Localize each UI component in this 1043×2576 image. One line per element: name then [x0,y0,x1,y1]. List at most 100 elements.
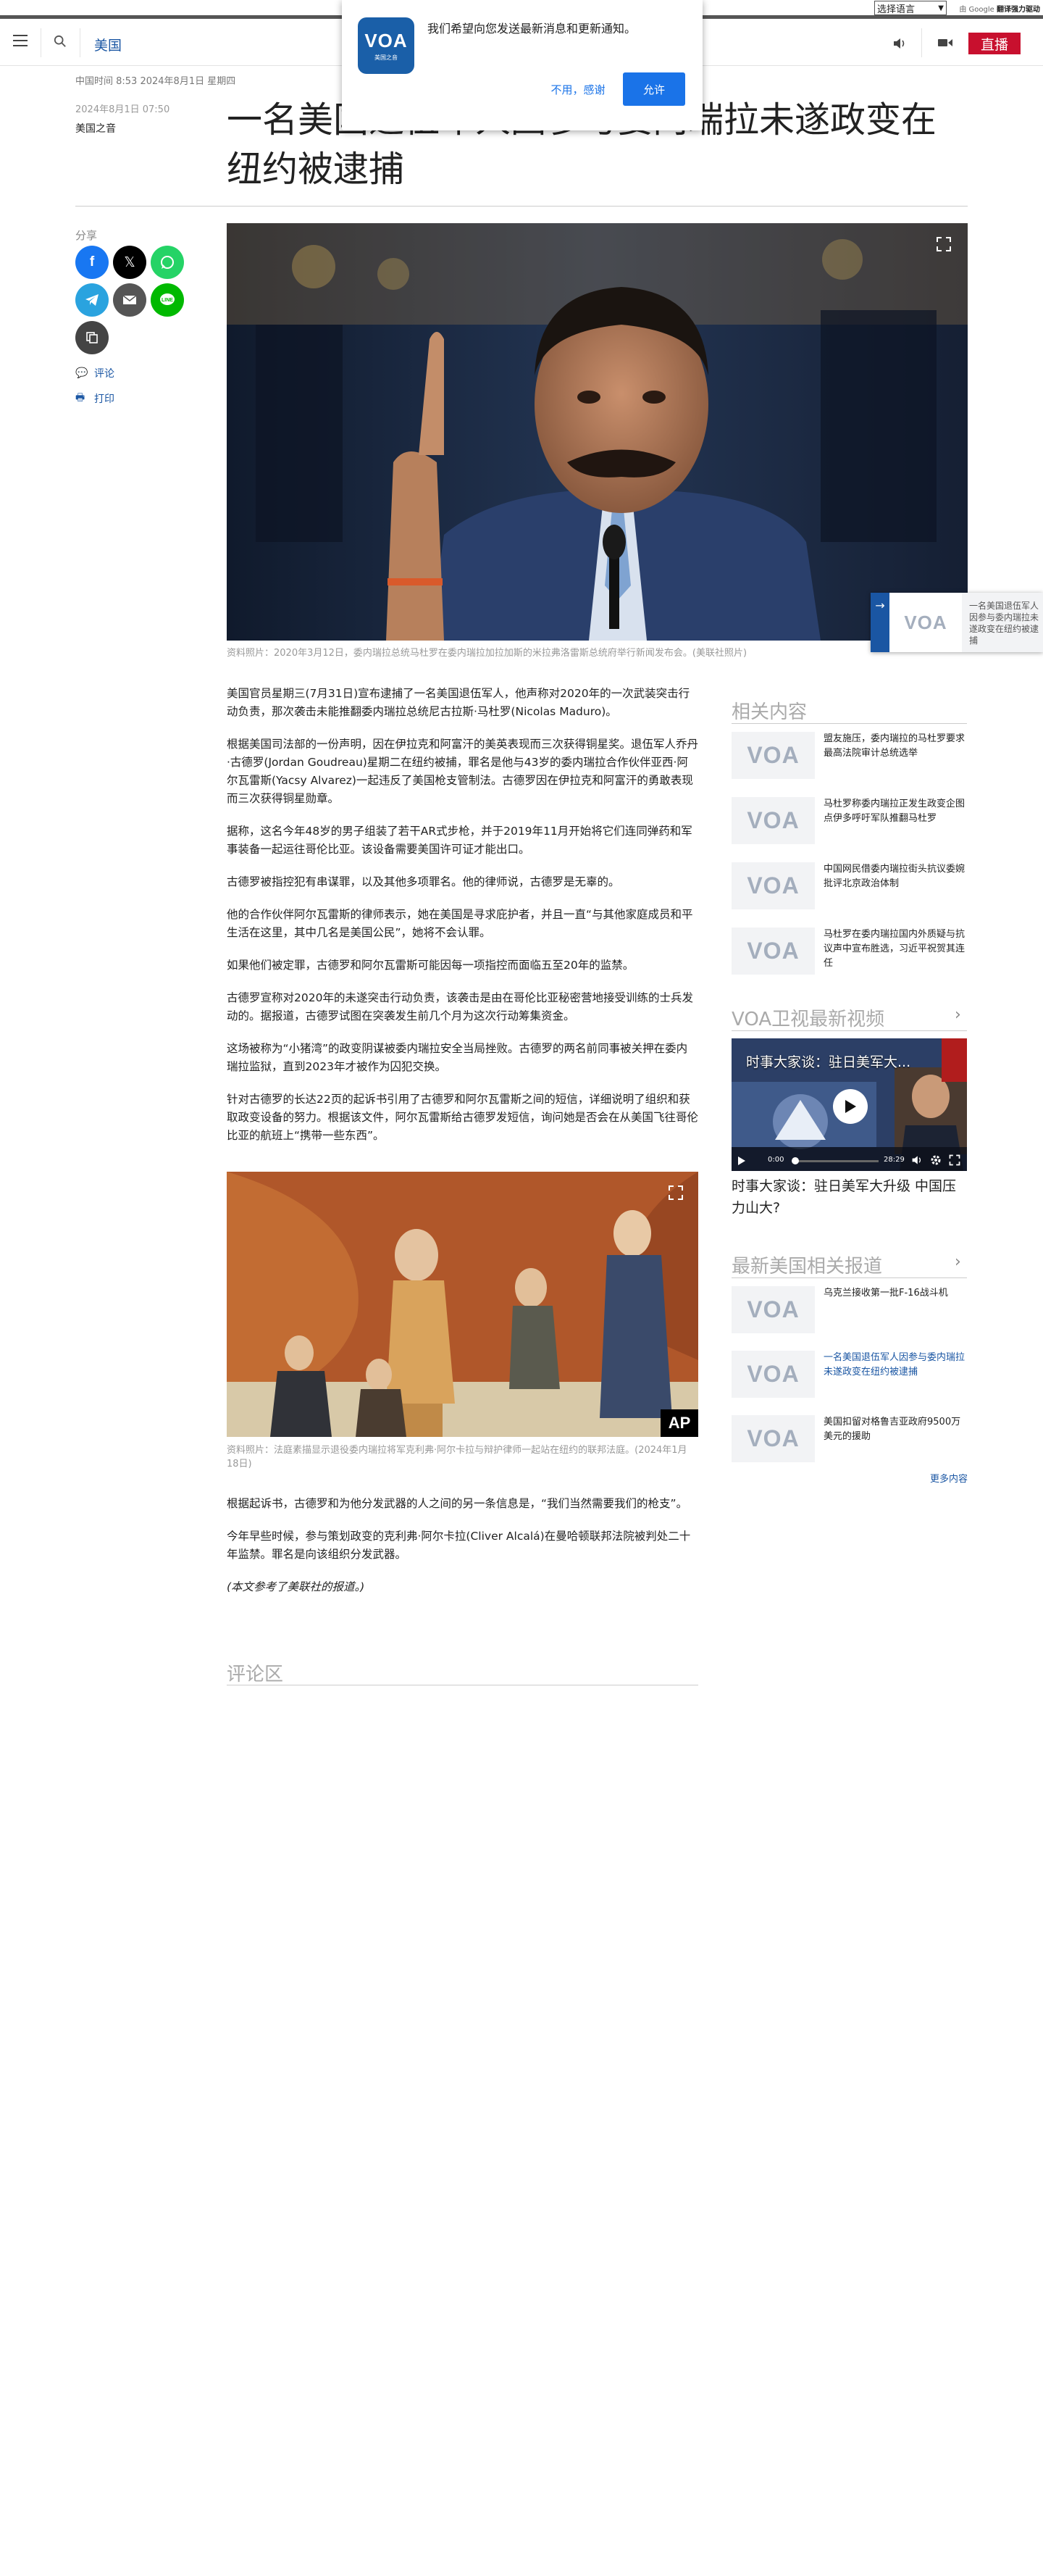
play-icon [845,1100,856,1113]
chevron-right-icon[interactable]: › [955,1006,961,1024]
language-select[interactable]: 选择语言 ▼ [874,1,947,15]
voa-logo-icon: VOA [732,1415,815,1462]
hero-caption: 资料照片：2020年3月12日，委内瑞拉总统马杜罗在委内瑞拉加拉加斯的米拉弗洛雷… [227,648,747,659]
telegram-share-button[interactable] [75,283,109,317]
telegram-icon [85,294,99,306]
comment-icon: 💬 [75,367,88,379]
related-item-title: 马杜罗在委内瑞拉国内外质疑与抗议声中宣布胜选，习近平祝贺其连任 [824,929,965,969]
facebook-share-button[interactable]: f [75,246,109,279]
article-paragraph: 今年早些时候，参与策划政变的克利弗·阿尔卡拉(Cliver Alcalá)在曼哈… [227,1530,691,1561]
arrow-right-icon[interactable]: → [871,593,889,652]
live-button[interactable]: 直播 [968,33,1021,54]
related-item[interactable]: VOA 中国网民借委内瑞拉街头抗议委婉批评北京政治体制 [732,862,967,917]
article-paragraph: 如果他们被定罪，古德罗和阿尔瓦雷斯可能因每一项指控而面临五至20年的监禁。 [227,959,634,972]
latest-heading[interactable]: 最新美国相关报道 [732,1251,882,1278]
related-item-title: 马杜罗称委内瑞拉正发生政变企图 点伊多呼吁军队推翻马杜罗 [824,799,965,824]
latest-divider [732,1277,967,1278]
progress-handle[interactable] [792,1157,799,1164]
play-button[interactable] [833,1089,868,1124]
whatsapp-icon [161,256,174,269]
article-paragraph: 据称，这名今年48岁的男子组装了若干AR式步枪，并于2019年11月开始将它们连… [227,825,692,856]
voa-logo-icon: VOA [732,1286,815,1333]
audio-icon[interactable] [892,36,907,51]
related-item-title: 盟友施压，委内瑞拉的马杜罗要求最高法院审计总统选举 [824,733,965,759]
print-link[interactable]: 🖶 打印 [75,390,114,407]
article-paragraph: 古德罗被指控犯有串谋罪，以及其他多项罪名。他的律师说，古德罗是无辜的。 [227,875,620,888]
video-heading[interactable]: VOA卫视最新视频 [732,1004,884,1031]
share-label: 分享 [75,229,98,242]
notif-logo-subtext: 美国之音 [374,54,398,61]
video-player[interactable]: 时事大家谈：驻日美军大... 0:00 28:29 [732,1038,967,1171]
email-share-button[interactable] [113,283,146,317]
related-item-title: 中国网民借委内瑞拉街头抗议委婉批评北京政治体制 [824,864,965,889]
video-camera-icon[interactable] [937,36,953,49]
maduro-photo [227,223,968,641]
comments-heading: 评论区 [227,1664,284,1685]
article-paragraph: 根据美国司法部的一份声明，因在伊拉克和阿富汗的美英表现而三次获得铜星奖。退伍军人… [227,738,699,805]
translate-credit[interactable]: 由 Google 翻译强力驱动 [959,3,1040,14]
latest-item-title: 美国扣留对格鲁吉亚政府9500万美元的援助 [824,1417,961,1442]
article-source[interactable]: 美国之音 [75,121,116,136]
article-body: 美国官员星期三(7月31日)宣布逮捕了一名美国退伍军人，他声称对2020年的一次… [227,685,698,1159]
hero-image [227,223,968,641]
svg-text:LINE: LINE [162,298,173,303]
deny-button[interactable]: 不用，感谢 [537,72,619,106]
hamburger-menu-icon[interactable] [13,35,28,46]
voa-app-logo-icon: VOA 美国之音 [358,17,414,74]
more-content-link[interactable]: 更多内容 [930,1471,968,1485]
video-time-total: 28:29 [884,1156,905,1164]
voa-logo-icon: VOA [889,593,962,652]
video-title[interactable]: 时事大家谈：驻日美军大升级 中国压力山大? [732,1175,967,1219]
article-paragraph: 美国官员星期三(7月31日)宣布逮捕了一名美国退伍军人，他声称对2020年的一次… [227,687,690,718]
whatsapp-share-button[interactable] [151,246,184,279]
related-item[interactable]: VOA 马杜罗称委内瑞拉正发生政变企图 点伊多呼吁军队推翻马杜罗 [732,797,967,852]
voa-logo-icon: VOA [732,797,815,844]
related-heading: 相关内容 [732,701,808,723]
comment-link-label: 评论 [94,368,114,380]
article-paragraph: 古德罗宣称对2020年的未遂突击行动负责，该袭击是由在哥伦比亚秘密营地接受训练的… [227,991,693,1022]
chevron-right-icon[interactable]: › [955,1253,961,1271]
voa-logo-icon: VOA [732,1351,815,1398]
notif-logo-text: VOA [364,30,408,51]
related-item[interactable]: VOA 马杜罗在委内瑞拉国内外质疑与抗议声中宣布胜选，习近平祝贺其连任 [732,928,967,983]
comment-link[interactable]: 💬 评论 [75,366,114,380]
expand-icon[interactable] [668,1185,684,1201]
chevron-down-icon: ▼ [938,4,944,12]
floating-related-article[interactable]: → VOA 一名美国退伍军人因参与委内瑞拉未遂政变在纽约被逮捕 [871,593,1043,652]
settings-gear-icon[interactable] [930,1154,942,1166]
court-sketch [227,1172,698,1437]
x-icon: 𝕏 [124,254,135,270]
title-divider [75,206,968,207]
line-share-button[interactable]: LINE [151,283,184,317]
allow-button[interactable]: 允许 [623,72,685,106]
expand-icon[interactable] [936,236,952,252]
court-caption: 资料照片：法庭素描显示退役委内瑞拉将军克利弗·阿尔卡拉与辩护律师一起站在纽约的联… [227,1445,687,1470]
notification-message: 我们希望向您发送最新消息和更新通知。 [427,22,637,36]
related-item[interactable]: VOA 盟友施压，委内瑞拉的马杜罗要求最高法院审计总统选举 [732,732,967,787]
latest-item[interactable]: VOA 美国扣留对格鲁吉亚政府9500万美元的援助 [732,1415,967,1470]
section-link[interactable]: 美国 [94,35,122,54]
video-divider [732,1030,967,1031]
search-icon[interactable] [54,35,67,48]
publish-date: 2024年8月1日 07:50 [75,104,170,115]
line-icon: LINE [160,293,175,305]
latest-item[interactable]: VOA 一名美国退伍军人因参与委内瑞拉未遂政变在纽约被逮捕 [732,1351,967,1406]
latest-item-title: 乌克兰接收第一批F-16战斗机 [824,1288,948,1299]
article-body-continued: 根据起诉书，古德罗和为他分发武器的人之间的另一条信息是，“我们当然需要我们的枪支… [227,1495,698,1611]
voa-logo-icon: VOA [732,732,815,779]
play-small-icon[interactable] [737,1156,746,1166]
fullscreen-icon[interactable] [949,1154,960,1166]
copy-link-button[interactable] [75,321,109,354]
floating-related-title: 一名美国退伍军人因参与委内瑞拉未遂政变在纽约被逮捕 [969,601,1039,646]
volume-icon[interactable] [911,1154,923,1166]
copy-icon [86,332,98,343]
x-share-button[interactable]: 𝕏 [113,246,146,279]
related-divider [732,723,967,724]
dateline: 中国时间 8:53 2024年8月1日 星期四 [75,76,236,87]
video-time-current: 0:00 [768,1156,784,1164]
video-progress-bar[interactable] [792,1157,879,1164]
latest-item[interactable]: VOA 乌克兰接收第一批F-16战斗机 [732,1286,967,1341]
facebook-icon: f [89,254,95,270]
email-icon [122,295,137,304]
article-paragraph: 针对古德罗的长达22页的起诉书引用了古德罗和阿尔瓦雷斯之间的短信，详细说明了组织… [227,1093,699,1142]
